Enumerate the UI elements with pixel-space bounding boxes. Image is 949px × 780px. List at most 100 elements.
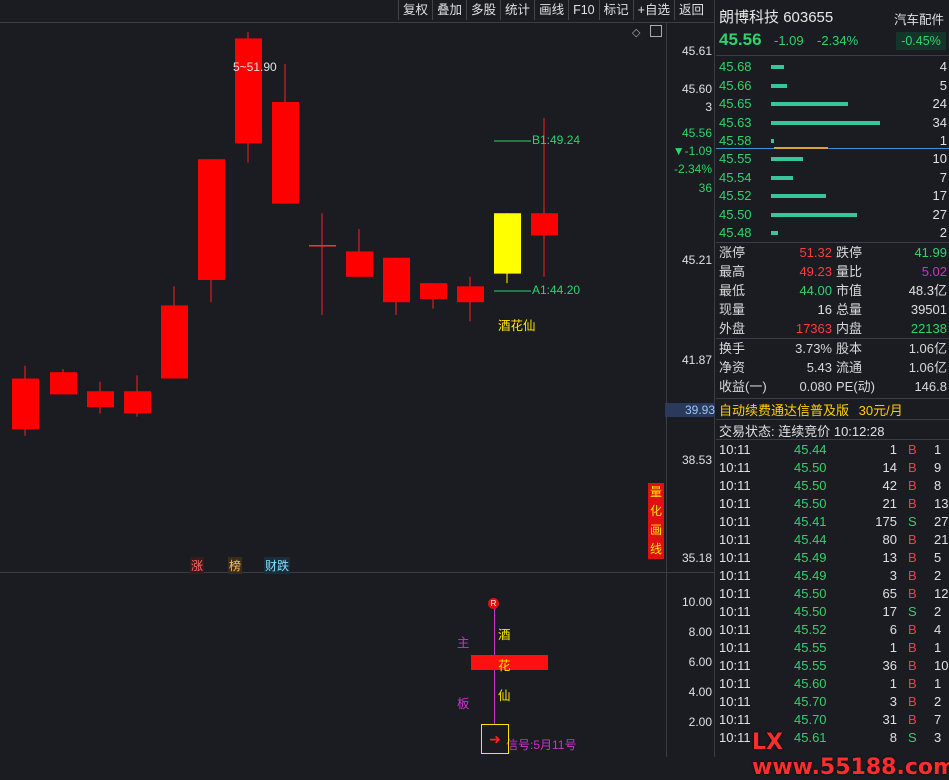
tick-row[interactable]: 10:11 45.50 14 B 9	[716, 459, 949, 477]
quant-draw-badge[interactable]: 量 化 画 线	[648, 483, 664, 559]
tick-time: 10:11	[719, 640, 751, 655]
orderbook-row[interactable]: 45.68 4	[716, 58, 949, 76]
tick-volume: 1	[889, 640, 897, 655]
tick-time: 10:11	[719, 712, 751, 727]
tick-row[interactable]: 10:11 45.50 42 B 8	[716, 477, 949, 495]
stat-value: 1.06亿	[908, 360, 947, 375]
tick-direction: B	[908, 496, 917, 511]
orderbook-row[interactable]: 45.63 34	[716, 114, 949, 132]
tick-count: 7	[934, 712, 942, 727]
tick-count: 10	[934, 658, 949, 673]
orderbook-row[interactable]: 45.50 27	[716, 206, 949, 224]
tick-price: 45.50	[794, 496, 827, 511]
orderbook-volume-bar	[771, 157, 804, 161]
finance-mark[interactable]: 财跌	[264, 557, 291, 574]
tick-row[interactable]: 10:11 45.55 1 B 1	[716, 639, 949, 657]
tick-row[interactable]: 10:11 45.52 6 B 4	[716, 621, 949, 639]
tick-row[interactable]: 10:11 45.44 80 B 21	[716, 531, 949, 549]
stat-value: 5.43	[806, 360, 832, 375]
orderbook-row[interactable]: 45.55 10	[716, 150, 949, 168]
price-axis-label: -2.34%	[673, 162, 712, 176]
stat-key: 换手	[719, 341, 746, 356]
tick-direction: B	[908, 658, 917, 673]
toolbar-btn-2[interactable]: 多股	[466, 0, 500, 20]
promo-banner[interactable]: 自动续费通达信普及版 30元/月	[719, 400, 903, 419]
tick-row[interactable]: 10:11 45.50 17 S 2	[716, 603, 949, 621]
orderbook-row[interactable]: 45.54 7	[716, 169, 949, 187]
stat-value: 146.8	[914, 379, 947, 394]
tick-price: 45.50	[794, 586, 827, 601]
stat-value: 39501	[910, 302, 947, 317]
tick-row[interactable]: 10:11 45.44 1 B 1	[716, 441, 949, 459]
tick-time: 10:11	[719, 568, 751, 583]
flower-char: 花	[498, 659, 511, 673]
arrow-up-icon[interactable]: ➜	[481, 724, 509, 754]
orderbook-row[interactable]: 45.66 5	[716, 77, 949, 95]
orderbook-row[interactable]: 45.52 17	[716, 187, 949, 205]
candle-body[interactable]	[198, 159, 225, 280]
tick-count: 1	[934, 676, 942, 691]
tick-row[interactable]: 10:11 45.41 175 S 27	[716, 513, 949, 531]
limit-up-mark[interactable]: 涨	[190, 557, 205, 574]
orderbook-volume-bar	[771, 65, 785, 69]
tick-direction: B	[908, 676, 917, 691]
sector-name[interactable]: 汽车配件	[894, 9, 944, 28]
tick-time: 10:11	[719, 496, 751, 511]
tick-time: 10:11	[719, 622, 751, 637]
candle-body[interactable]	[50, 372, 77, 395]
candle-body[interactable]	[457, 286, 484, 303]
orderbook-row[interactable]: 45.48 2	[716, 224, 949, 242]
wine-char: 酒	[498, 628, 511, 642]
stats-row: 收益(一) 0.080 PE(动) 146.8	[716, 378, 949, 396]
stat-key: 净资	[719, 360, 746, 375]
tick-row[interactable]: 10:11 45.60 1 B 1	[716, 675, 949, 693]
candle-body[interactable]	[531, 213, 558, 236]
tick-row[interactable]: 10:11 45.70 31 B 7	[716, 711, 949, 729]
candle-body[interactable]	[494, 213, 521, 274]
candle-body[interactable]	[12, 378, 39, 430]
candle-body[interactable]	[383, 257, 410, 303]
stats-row: 换手 3.73% 股本 1.06亿	[716, 340, 949, 358]
tick-direction: B	[908, 586, 917, 601]
price-axis-label: 41.87	[681, 353, 712, 367]
toolbar-btn-0[interactable]: 复权	[398, 0, 432, 20]
orderbook-row[interactable]: 45.65 24	[716, 95, 949, 113]
toolbar-btn-4[interactable]: 画线	[534, 0, 568, 20]
a1-label: A1:44.20	[532, 283, 581, 297]
toolbar-btn-5[interactable]: F10	[568, 0, 599, 20]
candle-body[interactable]	[272, 101, 299, 204]
tick-row[interactable]: 10:11 45.50 21 B 13	[716, 495, 949, 513]
sector-change-pct: -0.45%	[896, 32, 946, 50]
tick-row[interactable]: 10:11 45.49 3 B 2	[716, 567, 949, 585]
candle-body[interactable]	[346, 251, 373, 277]
tick-row[interactable]: 10:11 45.50 65 B 12	[716, 585, 949, 603]
toolbar-btn-6[interactable]: 标记	[598, 0, 633, 20]
orderbook-price: 45.66	[719, 77, 752, 93]
orderbook-volume-bar	[771, 102, 849, 107]
candle-body[interactable]	[420, 283, 447, 300]
toolbar-btn-3[interactable]: 统计	[500, 0, 534, 20]
tick-row[interactable]: 10:11 45.70 3 B 2	[716, 693, 949, 711]
candle-body[interactable]	[235, 38, 262, 144]
r-signal-icon[interactable]: R	[488, 598, 499, 609]
candlestick-chart[interactable]	[0, 23, 666, 571]
tick-volume: 175	[875, 514, 897, 529]
tick-row[interactable]: 10:11 45.49 13 B 5	[716, 549, 949, 567]
tick-price: 45.49	[794, 568, 827, 583]
candle-body[interactable]	[124, 391, 151, 414]
tick-row[interactable]: 10:11 45.55 36 B 10	[716, 657, 949, 675]
promo-price: 30元/月	[858, 403, 903, 418]
tick-count: 1	[934, 640, 942, 655]
zhu-label: 主	[457, 636, 470, 650]
tick-direction: B	[908, 712, 917, 727]
candle-body[interactable]	[161, 305, 188, 379]
toolbar-btn-1[interactable]: 叠加	[432, 0, 466, 20]
candle-body[interactable]	[87, 391, 114, 408]
tick-time: 10:11	[719, 442, 751, 457]
rank-mark[interactable]: 榜	[228, 557, 243, 574]
indicator-divider	[0, 572, 715, 573]
tick-volume: 42	[882, 478, 897, 493]
orderbook-volume: 10	[932, 151, 947, 166]
stat-key: PE(动)	[836, 379, 876, 394]
candle-body[interactable]	[309, 245, 336, 247]
